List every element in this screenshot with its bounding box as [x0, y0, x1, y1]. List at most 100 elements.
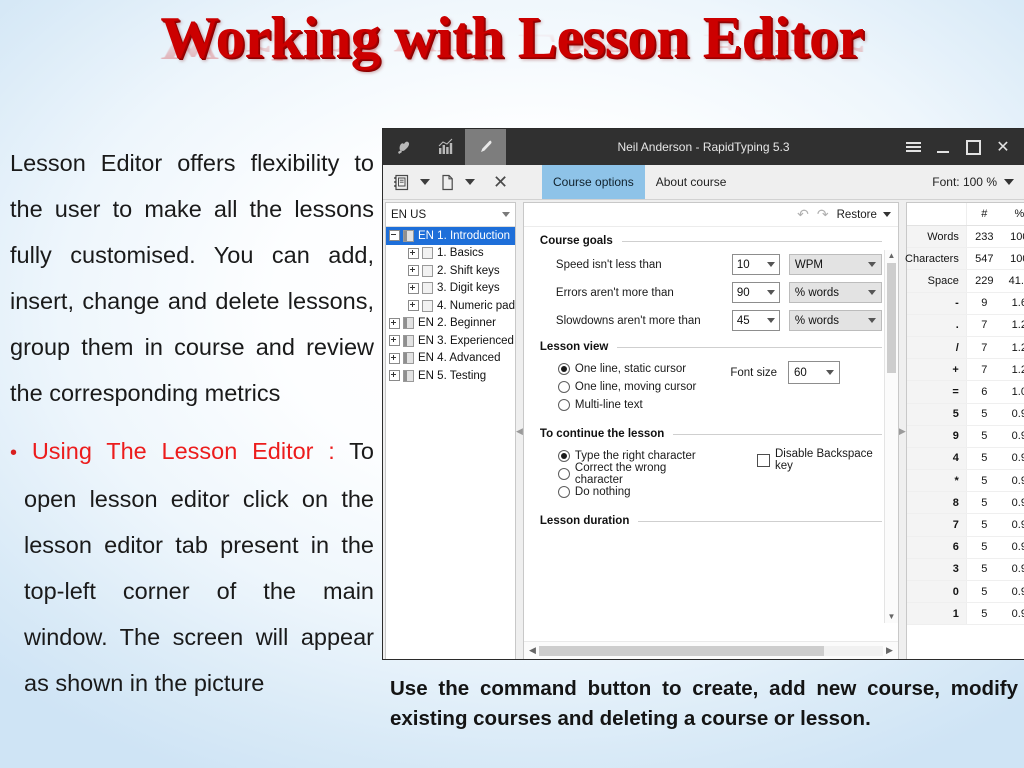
table-row[interactable]: Space 229 41.8	[906, 270, 1024, 293]
tab-course-options[interactable]: Course options	[542, 165, 645, 199]
table-row[interactable]: +7 1.2	[906, 359, 1024, 382]
collapse-stats-panel-handle[interactable]: ▶	[898, 202, 906, 659]
radio-icon	[557, 468, 570, 480]
options-vertical-scrollbar[interactable]: ▲ ▼	[883, 250, 898, 623]
undo-icon[interactable]: ↶	[797, 206, 809, 223]
table-row[interactable]: 9 5 0.9	[906, 425, 1024, 448]
table-row[interactable]: . 7 1.2	[906, 314, 1024, 337]
maximize-icon[interactable]	[958, 129, 988, 165]
row-count: 5	[981, 408, 988, 421]
speed-value-spinner[interactable]: 10	[731, 254, 780, 275]
expander-icon[interactable]	[408, 265, 419, 277]
lesson-editor-icon[interactable]	[465, 129, 506, 165]
minimize-icon[interactable]	[928, 129, 958, 165]
table-row[interactable]: Words 233 100	[906, 226, 1024, 249]
table-row[interactable]: = 6 1.0	[906, 381, 1024, 404]
table-row[interactable]: / 7 1.2	[906, 336, 1024, 360]
table-row[interactable]: 0 5 0.9	[906, 581, 1024, 604]
checkbox-icon	[756, 453, 770, 467]
lesson-dropdown-caret[interactable]	[465, 179, 475, 185]
table-row[interactable]: 8 5 0.9	[906, 492, 1024, 515]
scrollbar-thumb[interactable]	[886, 263, 896, 373]
expander-icon[interactable]	[389, 370, 400, 382]
table-row[interactable]: 1 5 0.9	[906, 603, 1024, 626]
scroll-right-icon[interactable]: ▶	[883, 645, 896, 656]
table-row[interactable]: 6 5 0.9	[906, 536, 1024, 559]
table-row[interactable]: 5 5 0.9	[906, 403, 1024, 426]
expander-icon[interactable]	[408, 282, 419, 294]
checkbox-disable-backspace[interactable]: Disable Backspace key	[756, 448, 882, 472]
errors-value-spinner[interactable]: 90	[731, 282, 780, 303]
table-row[interactable]: 7 5 0.9	[906, 514, 1024, 537]
tree-node[interactable]: EN 2. Beginner	[386, 315, 515, 333]
radio-one-line-static[interactable]: One line, static cursor	[540, 360, 696, 378]
slowdowns-value-spinner[interactable]: 45	[731, 310, 780, 331]
rapidtyping-app-window: Neil Anderson - RapidTyping 5.3 ✕ ✕ Cour…	[383, 129, 1024, 659]
speed-unit-select[interactable]: WPM	[788, 254, 882, 275]
delete-icon[interactable]: ✕	[493, 172, 508, 193]
lesson-view-body: One line, static cursor One line, moving…	[540, 360, 882, 414]
tree-node[interactable]: EN 3. Experienced	[386, 332, 515, 350]
tree-node[interactable]: 1. Basics	[386, 245, 515, 263]
expander-icon[interactable]	[389, 317, 400, 329]
close-icon[interactable]: ✕	[988, 129, 1018, 165]
lesson-duration-group: Lesson duration	[540, 515, 882, 527]
font-size-select[interactable]: 60	[788, 361, 841, 384]
row-count: 7	[981, 319, 988, 332]
scroll-up-icon[interactable]: ▲	[887, 250, 895, 262]
table-row[interactable]: 4 5 0.9	[906, 447, 1024, 471]
tab-about-course[interactable]: About course	[645, 165, 738, 199]
table-row[interactable]: - 9 1.6	[906, 292, 1024, 315]
lesson-icon[interactable]	[437, 169, 458, 195]
row-key: 5	[906, 403, 967, 425]
errors-unit-select[interactable]: % words	[788, 282, 882, 303]
table-row[interactable]: 3 5 0.9	[906, 558, 1024, 581]
course-dropdown-caret[interactable]	[420, 179, 430, 185]
typing-tutor-icon[interactable]	[383, 129, 424, 165]
course-tree-list[interactable]: EN 1. Introduction 1. Basics 2. Shift ke…	[386, 227, 515, 659]
checkbox-label: Disable Backspace key	[774, 448, 873, 472]
tree-node[interactable]: EN 5. Testing	[386, 367, 515, 385]
expander-icon[interactable]	[389, 230, 400, 242]
tree-node[interactable]: 4. Numeric pad	[386, 297, 515, 315]
expander-icon[interactable]	[408, 247, 419, 259]
row-count: 7	[981, 363, 988, 376]
course-goals-title: Course goals	[539, 235, 613, 247]
restore-button[interactable]: Restore	[837, 209, 891, 221]
expander-icon[interactable]	[389, 352, 400, 364]
statistics-icon[interactable]	[424, 129, 465, 165]
menu-icon[interactable]	[898, 129, 928, 165]
font-size-value: 60	[794, 366, 807, 379]
course-icon[interactable]	[390, 169, 413, 195]
lesson-page-icon	[422, 282, 433, 295]
tree-node[interactable]: 2. Shift keys	[386, 262, 515, 280]
group-title: To continue the lesson	[540, 428, 882, 440]
radio-multi-line[interactable]: Multi-line text	[540, 396, 696, 414]
language-selector[interactable]: EN US	[386, 203, 515, 227]
row-key: 6	[906, 536, 967, 558]
expander-icon[interactable]	[408, 300, 419, 312]
font-zoom-control[interactable]: Font: 100 %	[932, 165, 1024, 199]
continue-lesson-body: Type the right character Correct the wro…	[540, 447, 882, 501]
group-title: Course goals	[540, 235, 882, 247]
page-title: Working with Lesson Editor	[160, 4, 864, 70]
scroll-left-icon[interactable]: ◀	[526, 645, 539, 656]
table-row[interactable]: * 5 0.9	[906, 470, 1024, 493]
tree-node[interactable]: EN 4. Advanced	[386, 350, 515, 368]
goal-label: Speed isn't less than	[555, 258, 662, 271]
scrollbar-track[interactable]	[538, 645, 883, 656]
tree-node[interactable]: 3. Digit keys	[386, 280, 515, 298]
collapse-tree-panel-handle[interactable]: ◀	[515, 202, 523, 659]
radio-correct-wrong-character[interactable]: Correct the wrong character	[540, 462, 702, 486]
scrollbar-thumb[interactable]	[538, 645, 825, 656]
radio-icon	[557, 363, 570, 375]
tree-node[interactable]: EN 1. Introduction	[386, 227, 515, 245]
backspace-option: Disable Backspace key	[756, 447, 882, 501]
redo-icon[interactable]: ↷	[817, 206, 829, 223]
expander-icon[interactable]	[389, 335, 400, 347]
radio-one-line-moving[interactable]: One line, moving cursor	[540, 378, 696, 396]
scroll-down-icon[interactable]: ▼	[887, 611, 895, 623]
options-horizontal-scrollbar[interactable]: ◀ ▶	[523, 641, 898, 659]
slowdowns-unit-select[interactable]: % words	[788, 310, 882, 331]
table-row[interactable]: Characters 547 100	[905, 248, 1024, 271]
